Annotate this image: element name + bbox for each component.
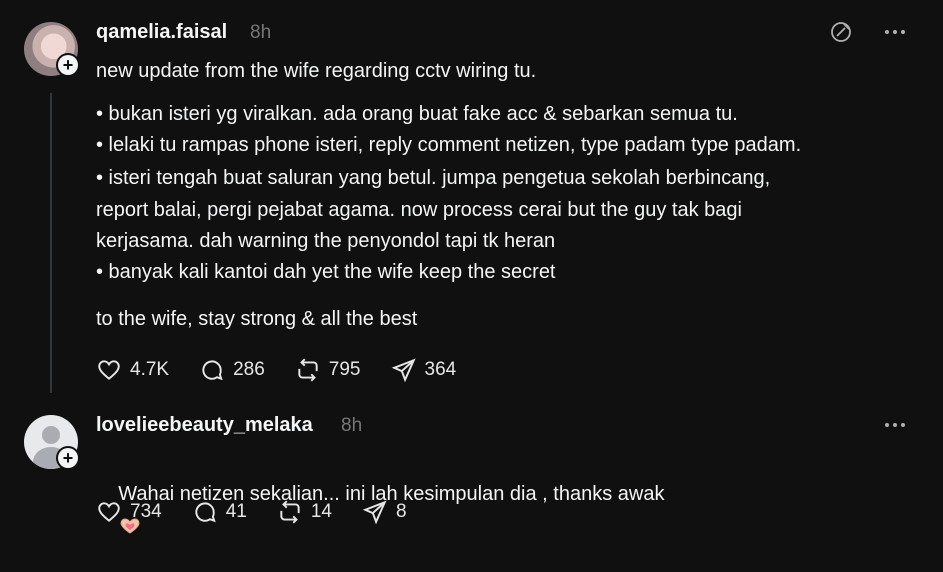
like-count: 4.7K — [130, 359, 170, 380]
like-button[interactable]: 4.7K — [96, 357, 169, 383]
follow-button[interactable]: + — [56, 53, 80, 77]
post-time: 8h — [250, 22, 272, 43]
post-time: 8h — [341, 415, 363, 436]
repost-count: 795 — [328, 359, 361, 380]
post-bullet: • banyak kali kantoi dah yet the wife ke… — [96, 261, 556, 283]
comment-icon — [195, 502, 216, 523]
post-bullet: kerjasama. dah warning the penyondol tap… — [96, 230, 556, 252]
post-intro: new update from the wife regarding cctv … — [96, 60, 537, 82]
plus-icon: + — [58, 448, 78, 468]
post-bullet: • lelaki tu rampas phone isteri, reply c… — [96, 134, 802, 156]
repost-button[interactable]: 14 — [277, 499, 332, 525]
comment-button[interactable]: 286 — [199, 357, 265, 383]
repost-icon — [280, 500, 300, 524]
share-count: 364 — [424, 359, 457, 380]
share-icon — [362, 500, 387, 525]
post-bullet: • bukan isteri yg viralkan. ada orang bu… — [96, 103, 738, 125]
share-icon — [391, 358, 416, 383]
comment-count: 286 — [233, 359, 265, 380]
post-actions: 4.7K 286 795 364 — [96, 357, 486, 383]
username[interactable]: qamelia.faisal — [96, 21, 227, 44]
share-count: 8 — [395, 501, 407, 522]
repost-count: 14 — [310, 501, 332, 522]
post-actions: 734 41 14 8 — [96, 499, 437, 525]
share-button[interactable]: 8 — [362, 499, 407, 525]
like-count: 734 — [130, 501, 162, 522]
username[interactable]: lovelieebeauty_melaka — [96, 414, 313, 437]
more-icon[interactable] — [883, 415, 907, 435]
comment-button[interactable]: 41 — [192, 499, 247, 525]
post-bullet: • isteri tengah buat saluran yang betul.… — [96, 167, 771, 189]
translate-icon[interactable] — [829, 20, 853, 44]
post-closing: to the wife, stay strong & all the best — [96, 308, 418, 330]
like-button[interactable]: 734 — [96, 499, 162, 525]
repost-button[interactable]: 795 — [295, 357, 361, 383]
comment-icon — [202, 360, 223, 381]
thread-line — [50, 93, 52, 393]
comment-count: 41 — [225, 501, 247, 522]
heart-icon — [98, 360, 120, 380]
follow-button[interactable]: + — [56, 446, 80, 470]
share-button[interactable]: 364 — [391, 357, 457, 383]
heart-icon — [98, 502, 120, 522]
more-icon[interactable] — [883, 22, 907, 42]
plus-icon: + — [58, 55, 78, 75]
post-bullet: report balai, pergi pejabat agama. now p… — [96, 199, 742, 221]
repost-icon — [298, 358, 318, 382]
